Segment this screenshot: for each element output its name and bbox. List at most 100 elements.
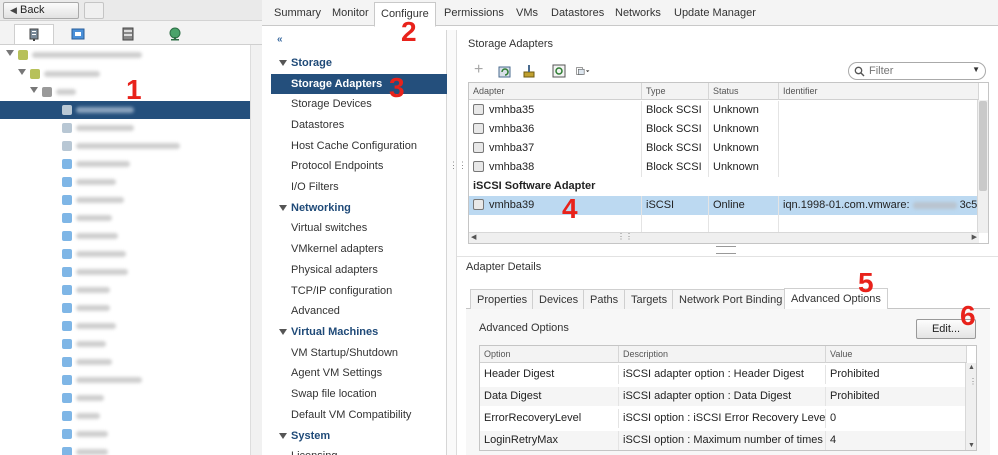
menu-vmkernel-adapters[interactable]: VMkernel adapters [271,239,447,259]
tree-node-vm[interactable] [0,371,250,389]
tab-networks[interactable]: Networks [615,0,661,26]
table-row[interactable]: Header Digest iSCSI adapter option : Hea… [480,365,967,384]
menu-storage-adapters[interactable]: Storage Adapters [271,74,447,94]
menu-host-cache[interactable]: Host Cache Configuration [271,136,447,156]
adapters-vertical-scrollbar[interactable] [977,100,988,233]
pane-splitter-grip-icon[interactable] [716,246,736,254]
col-status[interactable]: Status [709,83,779,100]
menu-vm-startup-shutdown[interactable]: VM Startup/Shutdown [271,343,447,363]
scroll-left-icon[interactable]: ◀ [471,233,476,241]
menu-datastores[interactable]: Datastores [271,115,447,135]
menu-physical-adapters[interactable]: Physical adapters [271,260,447,280]
menu-agent-vm-settings[interactable]: Agent VM Settings [271,363,447,383]
options-vertical-scrollbar[interactable]: ▲ ⋮ ▼ [965,363,976,450]
add-icon[interactable]: + [474,62,488,78]
tree-node-vm[interactable] [0,335,250,353]
col-value[interactable]: Value [826,346,967,363]
tree-node-vcenter[interactable] [0,46,250,64]
scroll-up-icon[interactable]: ▲ [968,364,975,371]
tree-node-vm[interactable] [0,443,250,455]
table-row[interactable]: LoginRetryMax iSCSI option : Maximum num… [480,431,967,450]
tree-node-host-selected[interactable] [0,101,250,119]
vms-templates-tab[interactable] [58,24,98,44]
tree-node-vm[interactable] [0,245,250,263]
adapter-name: vmhba38 [489,161,535,173]
menu-protocol-endpoints[interactable]: Protocol Endpoints [271,156,447,176]
tree-node-host[interactable] [0,119,250,137]
table-row[interactable]: vmhba38 Block SCSI Unknown [469,158,979,177]
table-row[interactable]: vmhba35 Block SCSI Unknown [469,101,979,120]
networking-tab[interactable] [155,24,195,44]
col-description[interactable]: Description [619,346,826,363]
table-row[interactable]: vmhba37 Block SCSI Unknown [469,139,979,158]
tab-monitor[interactable]: Monitor [332,0,369,26]
tree-node-cluster[interactable] [0,83,250,101]
tab-vms[interactable]: VMs [516,0,538,26]
menu-splitter[interactable]: ⋮⋮ [447,30,467,455]
tab-summary[interactable]: Summary [274,0,321,26]
hosts-clusters-tab[interactable] [14,24,54,44]
actions-menu-icon[interactable] [576,64,590,78]
rescan-adapter-icon[interactable] [522,64,536,78]
filter-input[interactable] [869,64,969,78]
tree-node-vm[interactable] [0,191,250,209]
scroll-right-icon[interactable]: ▶ [972,233,977,241]
tree-node-vm[interactable] [0,353,250,371]
storage-tab[interactable] [108,24,148,44]
menu-storage-devices[interactable]: Storage Devices [271,94,447,114]
refresh-icon[interactable] [552,64,566,78]
col-identifier[interactable]: Identifier [779,83,979,100]
menu-licensing[interactable]: Licensing [271,446,447,455]
tree-node-vm[interactable] [0,281,250,299]
tree-node-vm[interactable] [0,209,250,227]
tree-node-vm[interactable] [0,389,250,407]
forward-button[interactable] [84,2,104,19]
scroll-down-icon[interactable]: ▼ [968,442,975,449]
menu-io-filters[interactable]: I/O Filters [271,177,447,197]
tree-node-host[interactable] [0,137,250,155]
tab-network-port-binding[interactable]: Network Port Binding [672,289,790,309]
tree-node-vm[interactable] [0,155,250,173]
menu-default-vm-compatibility[interactable]: Default VM Compatibility [271,405,447,425]
tree-node-datacenter[interactable] [0,65,250,83]
rescan-storage-icon[interactable] [498,64,512,78]
tree-node-vm[interactable] [0,425,250,443]
collapse-menu-icon[interactable]: « [277,34,283,45]
adapters-horizontal-scrollbar[interactable]: ◀ ⋮⋮ ▶ [469,232,979,243]
col-type[interactable]: Type [642,83,709,100]
filter-dropdown-icon[interactable]: ▼ [972,65,980,74]
tree-node-vm[interactable] [0,407,250,425]
table-row[interactable]: Data Digest iSCSI adapter option : Data … [480,387,967,406]
menu-virtual-switches[interactable]: Virtual switches [271,218,447,238]
tree-node-vm[interactable] [0,317,250,335]
section-storage[interactable]: Storage [271,53,447,73]
tab-permissions[interactable]: Permissions [444,0,504,26]
scroll-thumb[interactable] [979,101,987,191]
tab-paths[interactable]: Paths [583,289,626,309]
tab-targets[interactable]: Targets [624,289,675,309]
tree-node-vm[interactable] [0,227,250,245]
tab-datastores[interactable]: Datastores [551,0,604,26]
section-virtual-machines[interactable]: Virtual Machines [271,322,447,342]
table-row[interactable]: ErrorRecoveryLevel iSCSI option : iSCSI … [480,409,967,428]
menu-advanced[interactable]: Advanced [271,301,447,321]
tree-node-vm[interactable] [0,299,250,317]
tree-node-vm[interactable] [0,263,250,281]
group-header-row[interactable]: iSCSI Software Adapter [469,177,979,196]
col-adapter[interactable]: Adapter [469,83,642,100]
navigator-scrollbar[interactable] [250,45,262,455]
menu-swap-file-location[interactable]: Swap file location [271,384,447,404]
tab-devices[interactable]: Devices [532,289,586,309]
section-system[interactable]: System [271,426,447,446]
adapter-filter[interactable]: ▼ [848,62,986,80]
tab-properties[interactable]: Properties [470,289,535,309]
table-row[interactable]: vmhba36 Block SCSI Unknown [469,120,979,139]
pane-divider [457,256,998,257]
table-row-selected[interactable]: vmhba39 iSCSI Online iqn.1998-01.com.vmw… [469,196,979,215]
menu-tcpip-configuration[interactable]: TCP/IP configuration [271,281,447,301]
tab-update-manager[interactable]: Update Manager [674,0,756,26]
tree-node-vm[interactable] [0,173,250,191]
col-option[interactable]: Option [480,346,619,363]
section-networking[interactable]: Networking [271,198,447,218]
back-button[interactable]: ◀ Back [3,2,79,19]
